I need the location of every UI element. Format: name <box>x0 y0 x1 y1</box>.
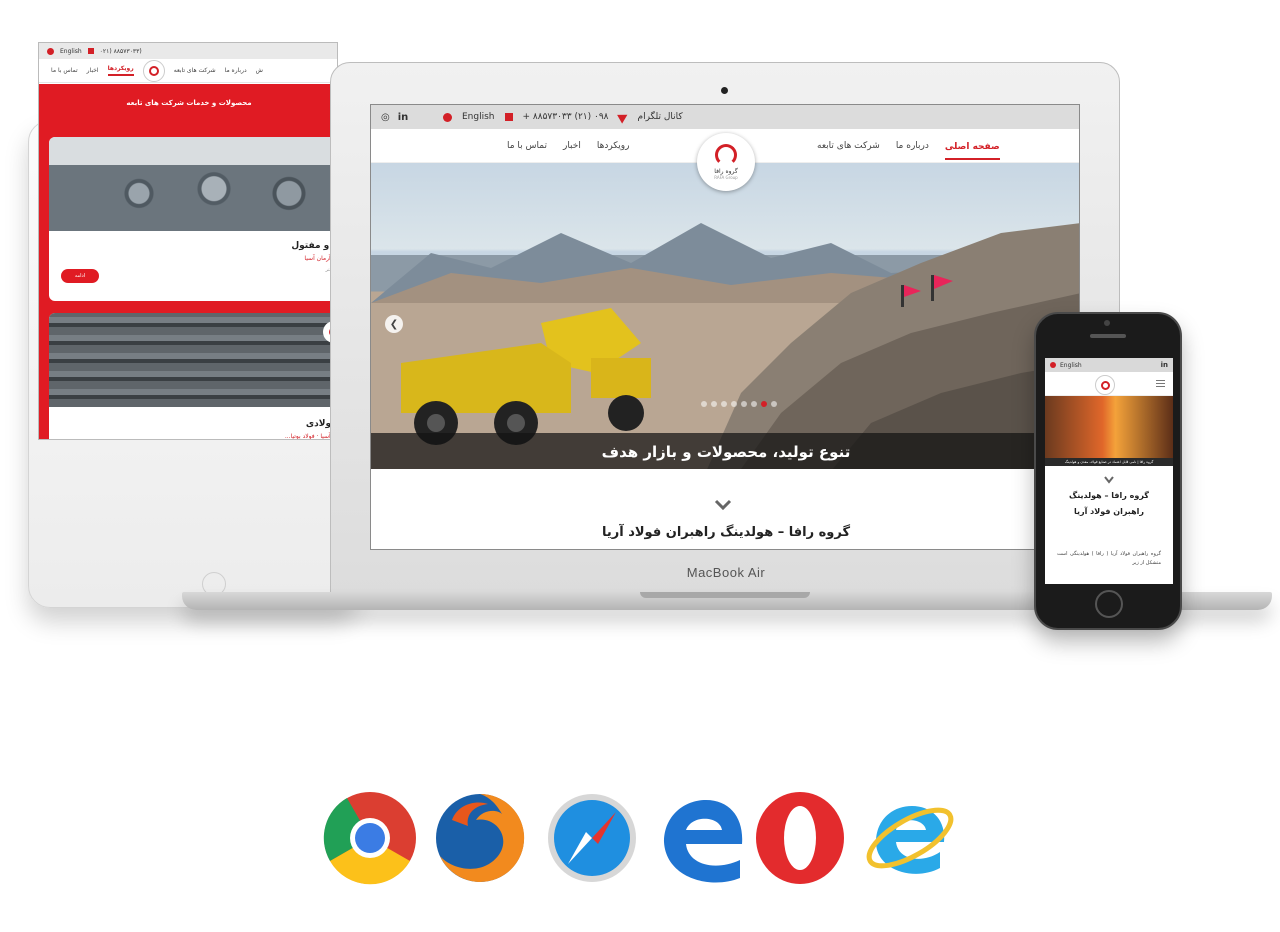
opera-icon <box>756 792 844 884</box>
phone-title-line1: گروه رافا – هولدینگ <box>1069 491 1149 500</box>
phone-nav <box>1045 372 1173 396</box>
mining-truck-image <box>401 308 651 445</box>
tablet-phone: ۰۲۱) ۸۸۵۷۳۰۳۳) <box>99 47 142 55</box>
chevron-down-icon <box>1104 476 1114 484</box>
slider-dot[interactable] <box>771 401 777 407</box>
tablet-screen: English ۰۲۱) ۸۸۵۷۳۰۳۳) تماس با ما اخبار … <box>38 42 338 440</box>
laptop-nav: رویکردها اخبار تماس با ما صفحه اصلی دربا… <box>371 129 1079 191</box>
linkedin-icon[interactable]: in <box>398 112 409 123</box>
chevron-down-icon[interactable] <box>713 495 733 515</box>
phone-topbar: English in <box>1045 358 1173 372</box>
linkedin-icon[interactable]: in <box>1161 361 1168 369</box>
tablet-card-wire[interactable]: د و مفتول ن آرمان آسیا بیشتر ادامه <box>49 137 337 301</box>
safari-icon <box>548 794 636 882</box>
devices-mockup: English ۰۲۱) ۸۸۵۷۳۰۳۳) تماس با ما اخبار … <box>0 0 1280 932</box>
phone-icon <box>504 113 513 121</box>
slider-dot[interactable] <box>711 401 717 407</box>
laptop-brand: MacBook Air <box>686 565 766 580</box>
site-logo[interactable]: گروه رافا RAFA Group <box>697 133 755 191</box>
tablet-section-title: محصولات و خدمات شرکت های تابعه <box>126 99 252 107</box>
phone-hero-image <box>1045 396 1173 458</box>
phone-intro-text: گروه راهبران فولاد آریا ( رافا ) هولدینگ… <box>1057 551 1161 566</box>
logo-mark-icon <box>1100 380 1110 390</box>
phone-hero-caption: گروه رافا | نامی قابل اعتماد در صنایع فو… <box>1045 458 1173 466</box>
internet-explorer-icon <box>866 806 954 874</box>
nav-approaches[interactable]: رویکردها <box>597 141 630 151</box>
tablet-nav-subsidiaries[interactable]: شرکت های تابعه <box>174 67 216 74</box>
phone-lang-link[interactable]: English <box>1060 362 1082 369</box>
slider-dot[interactable] <box>741 401 747 407</box>
page-heading: گروه رافا – هولدینگ راهبران فولاد آریا <box>601 525 851 540</box>
slider-prev-button[interactable]: ❮ <box>385 315 403 333</box>
wire-coils-image <box>49 137 337 231</box>
hamburger-menu-icon[interactable] <box>1156 380 1165 387</box>
hero-slider[interactable]: ❮ تنوع تولید، محصولات و بازار هدف <box>371 163 1079 469</box>
slider-dots <box>701 401 777 407</box>
tablet-nav-news[interactable]: اخبار <box>87 67 99 74</box>
phone-icon <box>87 48 94 54</box>
steel-billets-image <box>49 313 337 407</box>
nav-subsidiaries[interactable]: شرکت های تابعه <box>817 141 880 151</box>
tablet-nav: تماس با ما اخبار رویکردها شرکت های تابعه… <box>39 59 337 83</box>
tablet-nav-about[interactable]: درباره ما <box>225 67 247 74</box>
tablet-lang-link[interactable]: English <box>60 48 82 55</box>
logo-mark-icon <box>715 144 737 166</box>
phone-title-line2: راهبران فولاد آریا <box>1074 507 1144 516</box>
slider-dot-active[interactable] <box>761 401 767 407</box>
phone-logo[interactable] <box>1095 375 1115 395</box>
telegram-link[interactable]: کانال تلگرام <box>638 112 683 122</box>
globe-icon <box>47 47 54 55</box>
logo-name: گروه رافا <box>714 168 738 175</box>
nav-contact[interactable]: تماس با ما <box>507 141 547 151</box>
laptop-notch <box>640 592 810 598</box>
laptop-topbar: ◎ in کانال تلگرام ۰۹۸ (۲۱) ۸۸۵۷۳۰۳۳ + En… <box>371 105 1079 129</box>
tablet-topbar: English ۰۲۱) ۸۸۵۷۳۰۳۳) <box>39 43 337 59</box>
slider-dot[interactable] <box>721 401 727 407</box>
laptop-screen: ◎ in کانال تلگرام ۰۹۸ (۲۱) ۸۸۵۷۳۰۳۳ + En… <box>370 104 1080 550</box>
phone-chevron[interactable] <box>1045 476 1173 484</box>
tablet-logo[interactable] <box>142 59 165 82</box>
nav-news[interactable]: اخبار <box>563 141 581 151</box>
chrome-icon <box>323 792 416 885</box>
globe-icon <box>443 112 452 122</box>
hero-caption: تنوع تولید، محصولات و بازار هدف <box>371 433 1079 469</box>
tablet-card-steel[interactable]: فولادی ن آسیا · فولاد بوتیا... <box>49 313 337 439</box>
firefox-icon <box>436 793 525 882</box>
slider-dot[interactable] <box>701 401 707 407</box>
tablet-nav-home[interactable]: ش <box>256 67 263 74</box>
nav-home[interactable]: صفحه اصلی <box>944 132 1000 160</box>
logo-subname: RAFA Group <box>714 175 738 180</box>
phone-home-button <box>1095 590 1123 618</box>
laptop-lang-link[interactable]: English <box>462 112 495 122</box>
phone-speaker <box>1090 334 1126 338</box>
phone-camera <box>1104 320 1110 326</box>
phone-device: English in گروه رافا | نامی قابل اعتماد … <box>1034 312 1182 630</box>
laptop-phone: ۰۹۸ (۲۱) ۸۸۵۷۳۰۳۳ + <box>522 112 609 122</box>
nav-about[interactable]: درباره ما <box>896 141 929 151</box>
slider-dot[interactable] <box>751 401 757 407</box>
tablet-nav-approaches[interactable]: رویکردها <box>107 65 134 76</box>
phone-title: گروه رافا – هولدینگ راهبران فولاد آریا <box>1045 488 1173 520</box>
globe-icon <box>1050 362 1056 368</box>
nav-group-left: رویکردها اخبار تماس با ما <box>507 129 629 163</box>
nav-group-right: صفحه اصلی درباره ما شرکت های تابعه <box>817 129 1000 163</box>
logo-mark-icon <box>148 65 159 76</box>
edge-icon <box>664 800 743 883</box>
phone-screen: English in گروه رافا | نامی قابل اعتماد … <box>1045 358 1173 584</box>
telegram-icon <box>616 110 630 124</box>
slider-dot[interactable] <box>731 401 737 407</box>
instagram-icon[interactable]: ◎ <box>381 112 390 123</box>
laptop-camera <box>721 87 728 94</box>
tablet-nav-contact[interactable]: تماس با ما <box>51 67 78 74</box>
continue-button[interactable]: ادامه <box>61 269 99 283</box>
